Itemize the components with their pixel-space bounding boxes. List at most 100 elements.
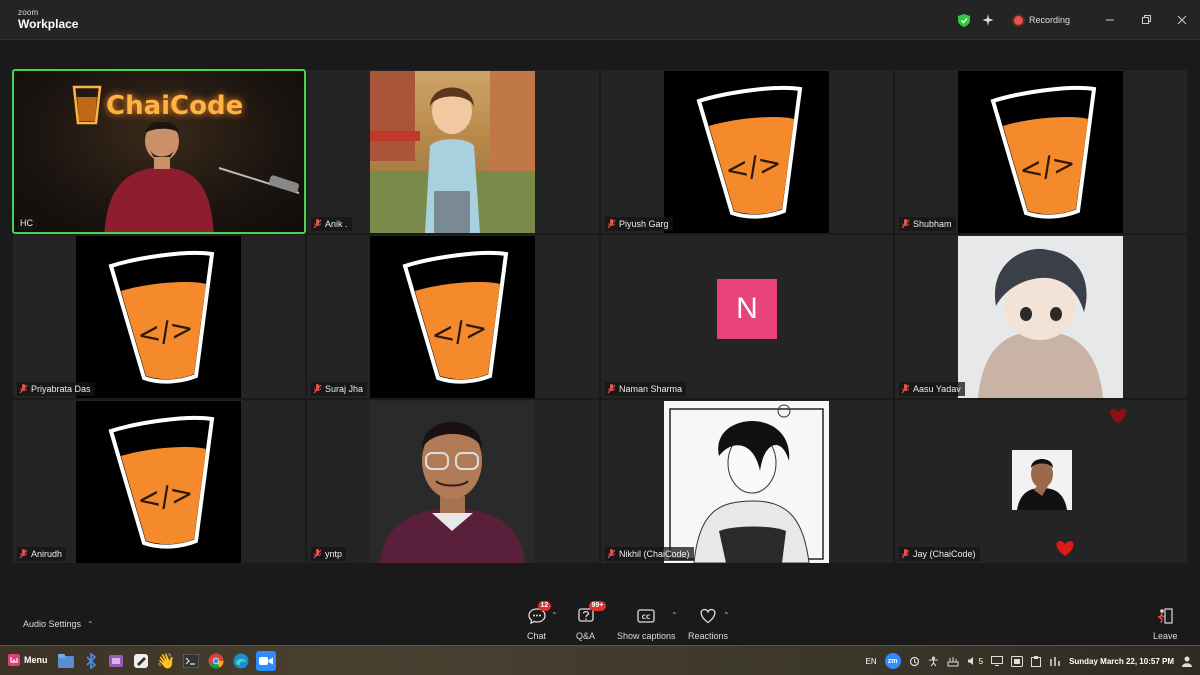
show-captions-button[interactable]: CC Show captions	[617, 607, 676, 641]
svg-text:CC: CC	[642, 614, 651, 621]
participant-tile-jay[interactable]: Jay (ChaiCode)	[894, 399, 1188, 564]
participant-name: Shubham	[899, 217, 956, 231]
captions-icon: CC	[637, 609, 655, 623]
participant-tile-piyush[interactable]: </> Piyush Garg	[600, 69, 894, 234]
sparkle-icon[interactable]	[976, 8, 1000, 32]
participant-tile-hc[interactable]: ChaiCode HC	[12, 69, 306, 234]
qa-badge: 99+	[588, 601, 607, 611]
participant-name: HC	[18, 216, 37, 230]
shield-icon[interactable]	[952, 8, 976, 32]
avatar-initial: N	[717, 279, 777, 339]
participant-name: Jay (ChaiCode)	[899, 547, 980, 561]
participant-tile-nikhil[interactable]: Nikhil (ChaiCode)	[600, 399, 894, 564]
reactions-label: Reactions	[688, 631, 729, 641]
avatar-chaicode-cup: </>	[958, 71, 1123, 233]
clipboard-icon[interactable]	[1031, 655, 1042, 667]
participant-name: Piyush Garg	[605, 217, 673, 231]
chat-button[interactable]: 12 Chat	[527, 601, 552, 641]
mic-muted-icon	[313, 219, 322, 229]
screenshot-app-icon[interactable]	[106, 651, 126, 671]
recording-label: Recording	[1028, 15, 1070, 25]
leave-icon	[1158, 608, 1173, 624]
participant-tile-naman[interactable]: N Naman Sharma	[600, 234, 894, 399]
gallery-view: ChaiCode HC Anik . </> Piyush Garg </> S…	[12, 69, 1188, 565]
keyboard-icon[interactable]	[1011, 655, 1024, 667]
leave-button[interactable]: Leave	[1153, 607, 1178, 641]
accessibility-icon[interactable]	[928, 656, 939, 667]
participant-tile-anirudh[interactable]: </> Anirudh	[12, 399, 306, 564]
mic-muted-icon	[901, 219, 910, 229]
zoom-logo: zoom Workplace	[18, 8, 79, 31]
participant-tile-shubham[interactable]: </> Shubham	[894, 69, 1188, 234]
avatar-chaicode-cup: </>	[76, 401, 241, 563]
close-button[interactable]	[1164, 0, 1200, 40]
power-status-icon[interactable]	[1049, 656, 1061, 667]
avatar-small-photo	[1012, 450, 1072, 510]
mic-muted-icon	[19, 384, 28, 394]
avatar-anime-boy	[370, 71, 535, 233]
notes-app-icon[interactable]	[131, 651, 151, 671]
mic-muted-icon	[313, 384, 322, 394]
participant-name: Anirudh	[17, 547, 67, 561]
avatar-chaicode-cup: </>	[76, 236, 241, 398]
participant-name: Anik .	[311, 217, 352, 231]
reactions-options-chevron-icon[interactable]: ⌃	[723, 611, 730, 620]
brand-small: zoom	[18, 8, 39, 17]
file-manager-icon[interactable]	[56, 651, 76, 671]
title-bar: zoom Workplace Recording	[0, 0, 1200, 40]
mic-muted-icon	[607, 384, 616, 394]
chat-options-chevron-icon[interactable]: ⌃	[551, 611, 558, 620]
avatar-anime-hoodie	[958, 236, 1123, 398]
participant-name: Nikhil (ChaiCode)	[605, 547, 694, 561]
language-indicator[interactable]: EN	[865, 657, 876, 666]
heart-icon	[700, 608, 716, 624]
mic-muted-icon	[901, 384, 910, 394]
zoom-tray-icon[interactable]: zm	[884, 653, 901, 669]
captions-options-chevron-icon[interactable]: ⌃	[671, 611, 678, 620]
avatar-chaicode-cup: </>	[370, 236, 535, 398]
participant-tile-yntp[interactable]: yntp	[306, 399, 600, 564]
heart-reaction-icon	[1109, 408, 1127, 423]
user-icon[interactable]	[1182, 656, 1192, 667]
brand-big: Workplace	[18, 17, 79, 31]
participant-tile-suraj[interactable]: </> Suraj Jha	[306, 234, 600, 399]
system-clock[interactable]: Sunday March 22, 10:57 PM	[1069, 657, 1174, 666]
bluetooth-icon[interactable]	[81, 651, 101, 671]
mic-muted-icon	[313, 549, 322, 559]
participant-tile-anik[interactable]: Anik .	[306, 69, 600, 234]
participant-tile-aasu[interactable]: Aasu Yadav	[894, 234, 1188, 399]
participant-name: yntp	[311, 547, 347, 561]
chrome-icon[interactable]	[206, 651, 226, 671]
meeting-controls: Audio Settings ⌃ 12 Chat ⌃ 99+ Q&A CC Sh…	[0, 595, 1200, 645]
zoom-app-icon[interactable]	[256, 651, 276, 671]
restore-button[interactable]	[1128, 0, 1164, 40]
avatar-chaicode-cup: </>	[664, 71, 829, 233]
chevron-up-icon: ⌃	[87, 619, 94, 629]
mint-logo-icon	[8, 654, 20, 666]
restore-icon	[1142, 15, 1151, 24]
edge-icon[interactable]	[231, 651, 251, 671]
audio-settings-label: Audio Settings	[23, 619, 82, 629]
display-icon[interactable]	[991, 656, 1004, 666]
volume-control[interactable]: 5	[967, 656, 983, 666]
leave-label: Leave	[1153, 631, 1178, 641]
os-taskbar: Menu 👋 EN zm 5 Sunday March 22, 10:57 PM	[0, 645, 1200, 675]
heart-reaction-icon	[1056, 540, 1074, 556]
avatar-manga	[664, 401, 829, 563]
record-icon	[1013, 15, 1023, 25]
participant-name: Naman Sharma	[605, 382, 687, 396]
participant-tile-priyabrata[interactable]: </> Priyabrata Das	[12, 234, 306, 399]
mic-muted-icon	[901, 549, 910, 559]
avatar-photo-glasses	[370, 401, 535, 563]
start-menu-button[interactable]: Menu	[8, 654, 48, 666]
qa-button[interactable]: 99+ Q&A	[576, 601, 607, 641]
audio-settings-button[interactable]: Audio Settings ⌃	[23, 619, 94, 629]
hand-wave-icon[interactable]: 👋	[156, 651, 176, 671]
network-icon[interactable]	[947, 656, 959, 667]
minimize-button[interactable]	[1092, 0, 1128, 40]
volume-level: 5	[978, 656, 984, 666]
terminal-icon[interactable]	[181, 651, 201, 671]
mic-muted-icon	[607, 549, 616, 559]
update-icon[interactable]	[909, 656, 920, 667]
recording-indicator[interactable]: Recording	[1013, 15, 1070, 25]
